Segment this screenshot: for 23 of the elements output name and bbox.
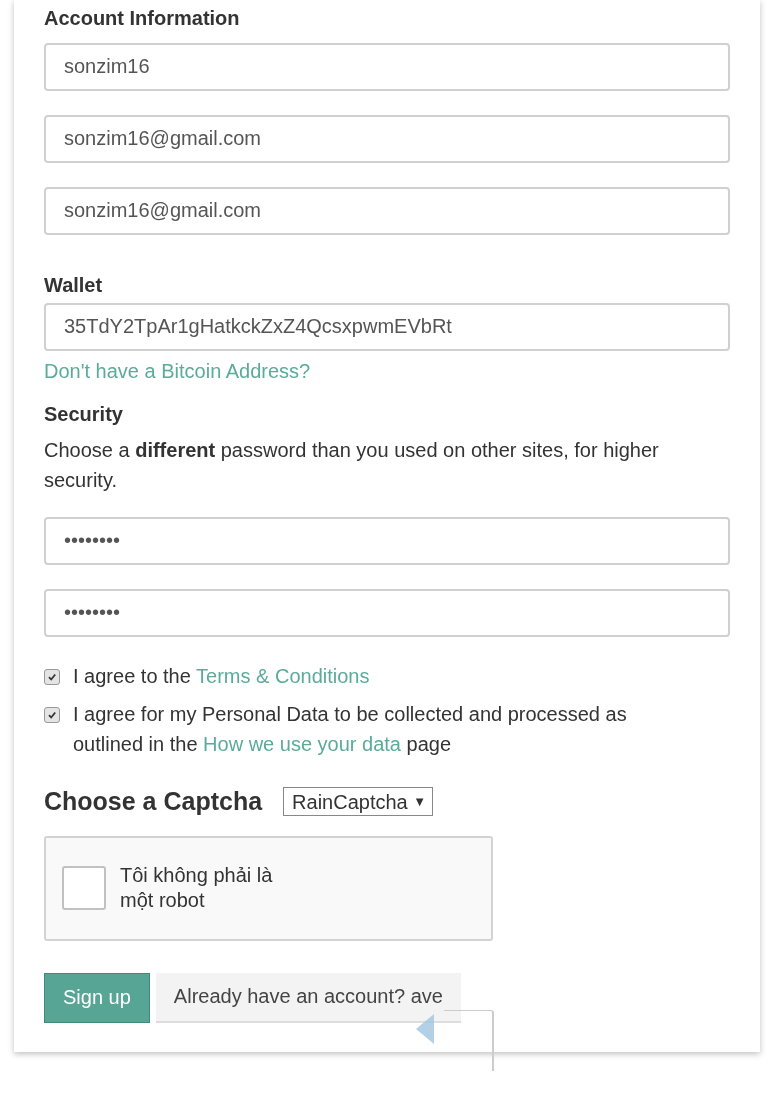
popup-frame <box>444 1010 494 1071</box>
agreement-text: I agree for my Personal Data to be collected and processed as outlined in the How we use your data page <box>73 701 628 757</box>
captcha-select[interactable]: RainCaptcha $^{▼}$ <box>283 786 434 816</box>
text-field[interactable]: sonzim16@gmail.com <box>44 186 730 235</box>
section-heading: Security <box>44 401 124 427</box>
text-field[interactable]: sonzim16@gmail.com <box>44 115 730 163</box>
check-icon <box>47 709 57 720</box>
password-field[interactable]: •••••••• <box>44 516 730 565</box>
agreement-text: I agree to the Terms & Conditions <box>73 663 371 689</box>
captcha-checkbox[interactable] <box>62 866 106 911</box>
wallet-field[interactable]: 35TdY2TpAr1gHatkckZxZ4QcsxpwmEVbRt <box>44 302 730 351</box>
section-heading: Account Information <box>44 6 241 31</box>
pointer-icon <box>416 1014 434 1044</box>
checkbox[interactable] <box>44 706 60 723</box>
text-field[interactable]: sonzim16 <box>44 43 730 91</box>
login-button[interactable]: Already have an account? ave <box>155 972 461 1023</box>
security-hint: Choose a different password than you used on other sites, for higher security. <box>44 437 660 493</box>
section-heading: Wallet <box>44 272 104 298</box>
captcha-heading: Choose a Captcha <box>44 786 263 816</box>
password-field[interactable]: •••••••• <box>44 588 730 637</box>
checkbox[interactable] <box>44 668 60 685</box>
check-icon <box>47 671 57 682</box>
captcha-label: Tôi không phải là một robot <box>120 863 274 914</box>
